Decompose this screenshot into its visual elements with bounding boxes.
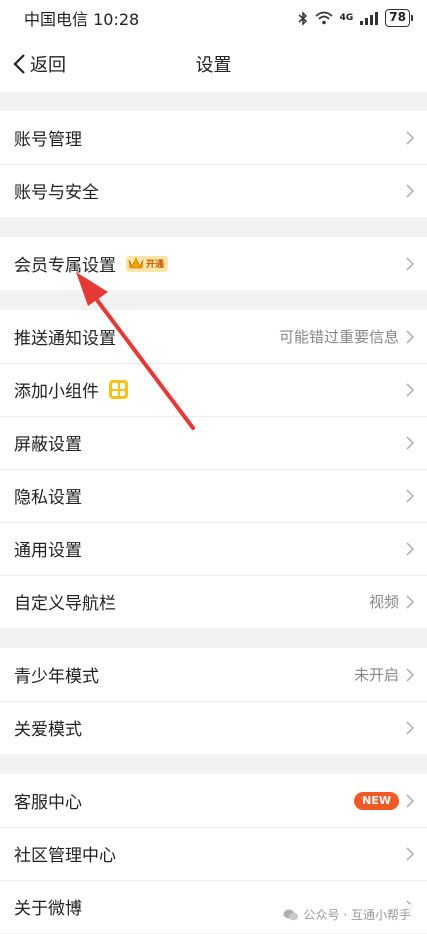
- network-label: 4G: [339, 12, 354, 23]
- row-label: 账号管理: [14, 130, 82, 150]
- chevron-right-icon: [406, 488, 415, 503]
- row-label: 添加小组件: [14, 382, 99, 402]
- chevron-left-icon: [13, 54, 25, 74]
- row-block-settings[interactable]: 屏蔽设置: [0, 416, 427, 469]
- row-privacy-settings[interactable]: 隐私设置: [0, 469, 427, 522]
- vip-badge: 开通: [126, 255, 169, 272]
- watermark: 公众号 · 互通小帮手: [278, 904, 415, 925]
- row-label: 通用设置: [14, 541, 82, 561]
- settings-group-general: 推送通知设置 可能错过重要信息 添加小组件 屏蔽设置 隐私设置 通用设置 自定义…: [0, 310, 427, 628]
- settings-group-account: 账号管理 账号与安全: [0, 111, 427, 217]
- row-label: 青少年模式: [14, 667, 99, 687]
- chevron-right-icon: [406, 130, 415, 145]
- wifi-icon: [315, 11, 333, 25]
- chevron-right-icon: [406, 256, 415, 271]
- bluetooth-icon: [298, 10, 307, 26]
- battery-icon: 78: [385, 9, 413, 27]
- battery-level: 78: [385, 9, 410, 27]
- row-value: 未开启: [353, 666, 399, 684]
- chevron-right-icon: [406, 382, 415, 397]
- row-account-security[interactable]: 账号与安全: [0, 164, 427, 217]
- chevron-right-icon: [406, 720, 415, 735]
- back-button[interactable]: 返回: [12, 36, 66, 92]
- row-label: 客服中心: [14, 793, 82, 813]
- row-label: 社区管理中心: [14, 846, 116, 866]
- signal-icon: [360, 11, 379, 25]
- wechat-icon: [283, 909, 298, 920]
- row-label: 隐私设置: [14, 488, 82, 508]
- row-label: 关爱模式: [14, 720, 82, 740]
- settings-group-vip: 会员专属设置 开通: [0, 237, 427, 290]
- chevron-right-icon: [406, 793, 415, 808]
- widget-icon: [109, 380, 128, 399]
- chevron-right-icon: [406, 183, 415, 198]
- row-label: 会员专属设置: [14, 256, 116, 276]
- row-label: 屏蔽设置: [14, 435, 82, 455]
- row-value: 可能错过重要信息: [278, 328, 399, 346]
- new-badge: NEW: [354, 791, 399, 810]
- chevron-right-icon: [406, 541, 415, 556]
- crown-icon: [128, 257, 144, 269]
- row-push-notifications[interactable]: 推送通知设置 可能错过重要信息: [0, 310, 427, 363]
- vip-badge-text: 开通: [146, 260, 165, 270]
- row-teen-mode[interactable]: 青少年模式 未开启: [0, 648, 427, 701]
- row-label: 推送通知设置: [14, 329, 116, 349]
- row-community-management[interactable]: 社区管理中心: [0, 827, 427, 880]
- chevron-right-icon: [406, 329, 415, 344]
- row-label: 关于微博: [14, 899, 82, 919]
- nav-bar: 返回 设置: [0, 36, 427, 92]
- row-add-widget[interactable]: 添加小组件: [0, 363, 427, 416]
- row-general-settings[interactable]: 通用设置: [0, 522, 427, 575]
- back-label: 返回: [30, 55, 66, 76]
- chevron-right-icon: [406, 594, 415, 609]
- row-value: 视频: [368, 593, 399, 611]
- chevron-right-icon: [406, 435, 415, 450]
- carrier-time: 中国电信 10:28: [24, 10, 140, 29]
- row-customer-service[interactable]: 客服中心 NEW: [0, 774, 427, 827]
- row-label: 账号与安全: [14, 183, 99, 203]
- row-care-mode[interactable]: 关爱模式: [0, 701, 427, 754]
- row-custom-navbar[interactable]: 自定义导航栏 视频: [0, 575, 427, 628]
- status-bar: 中国电信 10:28 4G 78: [0, 0, 427, 36]
- settings-group-modes: 青少年模式 未开启 关爱模式: [0, 648, 427, 754]
- watermark-text: 公众号 · 互通小帮手: [303, 908, 411, 922]
- row-account-management[interactable]: 账号管理: [0, 111, 427, 164]
- row-vip-settings[interactable]: 会员专属设置 开通: [0, 237, 427, 290]
- chevron-right-icon: [406, 846, 415, 861]
- row-label: 自定义导航栏: [14, 594, 116, 614]
- chevron-right-icon: [406, 667, 415, 682]
